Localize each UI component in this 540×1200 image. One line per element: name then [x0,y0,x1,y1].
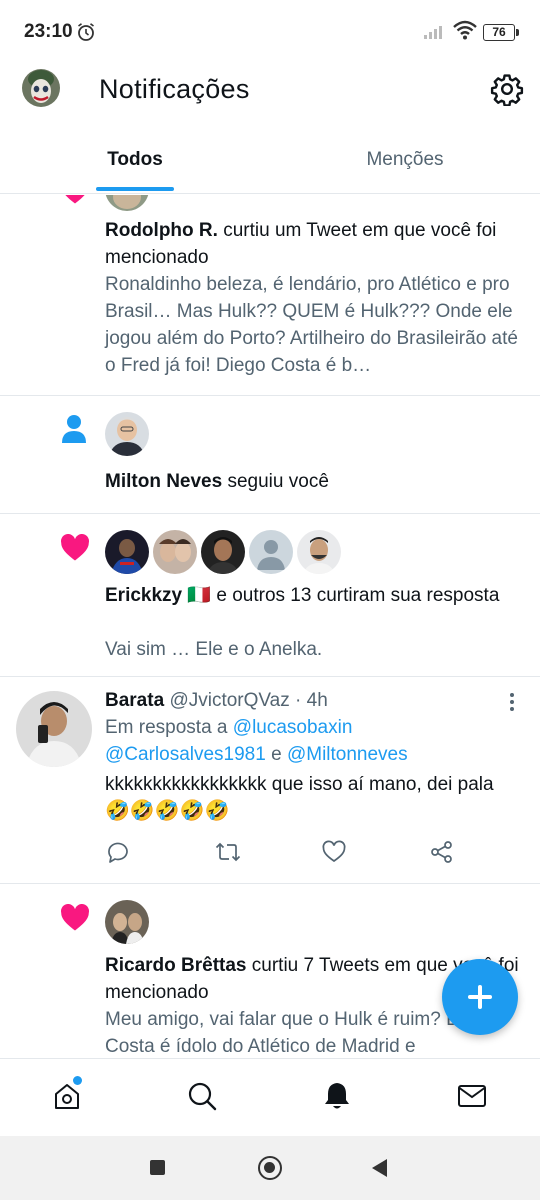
tweet-header: Barata @JvictorQVaz · 4h [105,687,530,714]
plus-icon-vertical [478,985,482,1009]
mention-link[interactable]: @Carlosalves1981 [105,744,266,765]
reply-icon[interactable] [106,840,130,864]
system-navigation-bar [0,1136,540,1200]
nav-messages[interactable] [405,1059,540,1137]
default-avatar[interactable] [249,530,293,574]
tweet-preview[interactable]: Ronaldinho beleza, é lendário, pro Atlét… [105,271,530,379]
tweet-body: kkkkkkkkkkkkkkkkk que isso aí mano, dei … [105,771,530,825]
notification-text: Milton Neves seguiu você [105,468,530,495]
alarm-icon [78,23,94,41]
person-icon [62,415,86,443]
author-handle[interactable]: @JvictorQVaz [169,690,289,711]
notification-tabs: Todos Menções [0,130,540,194]
like-icon[interactable] [322,840,346,864]
nav-search[interactable] [135,1059,270,1137]
mail-icon [458,1085,486,1107]
user-avatar[interactable] [153,530,197,574]
user-avatar[interactable] [16,691,92,767]
home-icon [55,1084,79,1109]
retweet-icon[interactable] [215,840,241,864]
home-button-inner [264,1162,275,1173]
user-name[interactable]: Milton Neves [105,471,222,492]
back-button[interactable] [372,1159,387,1177]
user-avatar[interactable] [105,900,149,944]
user-name[interactable]: Erickkzy [105,585,182,606]
notification-action: e outros 13 curtiram sua resposta [211,585,500,606]
profile-avatar[interactable] [22,69,60,107]
heart-icon [61,904,89,931]
mention-link[interactable]: @Miltonneves [287,744,408,765]
notification-text: Rodolpho R. curtiu um Tweet em que você … [105,217,530,271]
author-name[interactable]: Barata [105,690,164,711]
bottom-navigation [0,1058,540,1136]
unread-dot [73,1076,82,1085]
compose-tweet-button[interactable] [442,959,518,1035]
nav-home[interactable] [0,1059,135,1137]
status-bar: 23:10 76 [0,0,540,62]
reply-preview[interactable]: Vai sim … Ele e o Anelka. [105,636,530,663]
active-tab-indicator [96,187,174,191]
and-word: e [265,744,287,765]
user-avatar[interactable] [297,530,341,574]
status-time: 23:10 [24,21,73,42]
user-avatar[interactable] [105,195,149,211]
tweet-text: kkkkkkkkkkkkkkkkk que isso aí mano, dei … [105,774,494,795]
separator-dot: · [289,690,307,711]
battery-indicator: 76 [483,24,515,41]
flag-emoji: 🇮🇹 [187,585,212,606]
notifications-feed[interactable]: Rodolpho R. curtiu um Tweet em que você … [0,195,540,1058]
reply-prefix: Em resposta a [105,717,233,738]
wifi-icon [453,20,477,40]
tab-mentions[interactable]: Menções [270,130,540,193]
tweet-time: 4h [306,690,328,711]
notification-action: seguiu você [222,471,329,492]
notification-like[interactable]: Rodolpho R. curtiu um Tweet em que você … [0,195,540,396]
tab-all[interactable]: Todos [0,130,270,193]
user-name[interactable]: Ricardo Brêttas [105,955,247,976]
notification-follow[interactable]: Milton Neves seguiu você [0,396,540,514]
notification-text: Erickkzy 🇮🇹 e outros 13 curtiram sua res… [105,582,530,609]
reply-context: Em resposta a @lucasobaxin @Carlosalves1… [105,714,530,768]
share-icon[interactable] [430,840,454,864]
gear-icon[interactable] [490,72,524,106]
mention-link[interactable]: @lucasobaxin [233,717,353,738]
user-avatar[interactable] [201,530,245,574]
nav-notifications[interactable] [270,1059,405,1137]
tweet-emojis: 🤣🤣🤣🤣🤣 [105,800,230,822]
tweet-card[interactable]: Barata @JvictorQVaz · 4h Em resposta a @… [0,677,540,884]
page-title: Notificações [99,74,250,104]
notification-like[interactable]: Erickkzy 🇮🇹 e outros 13 curtiram sua res… [0,514,540,677]
home-button[interactable] [258,1156,282,1180]
top-app-bar: Notificações [0,62,540,120]
signal-icon [424,26,442,39]
search-icon [188,1082,217,1111]
user-name[interactable]: Rodolpho R. [105,220,218,241]
bell-icon [325,1083,349,1109]
heart-icon [65,195,85,204]
more-options-icon[interactable] [508,691,516,713]
heart-icon [61,534,89,561]
user-avatar[interactable] [105,412,149,456]
recents-button[interactable] [150,1160,165,1175]
battery-tip [516,29,519,36]
user-avatar[interactable] [105,530,149,574]
